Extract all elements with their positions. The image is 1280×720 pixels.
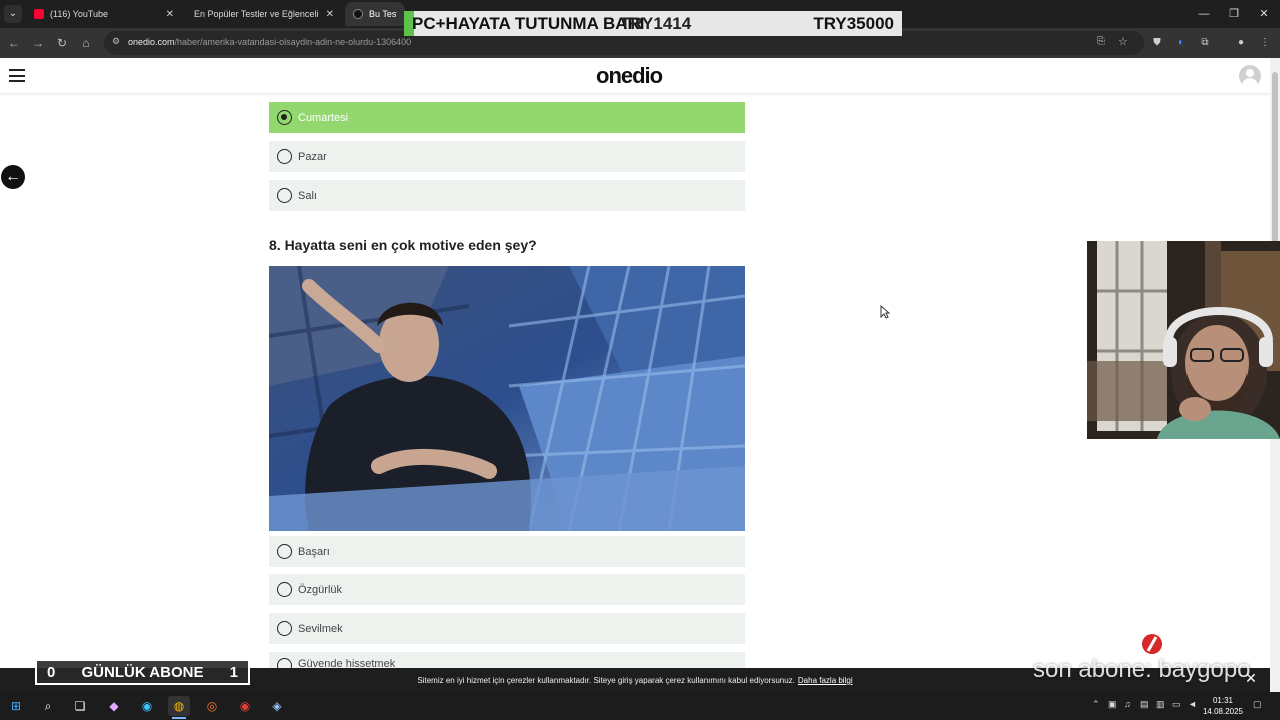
close-tab-icon[interactable]: ✕	[166, 9, 174, 20]
radio-icon	[277, 621, 292, 636]
tray-app-icon[interactable]: ▥	[1156, 699, 1165, 710]
restore-icon[interactable]: ❐	[1219, 0, 1249, 28]
cookie-more-info-link[interactable]: Daha fazla bilgi	[798, 676, 853, 685]
url-host: onedio.com	[128, 37, 175, 47]
question-image	[269, 266, 745, 531]
copilot-icon[interactable]: ◆	[103, 696, 125, 716]
sub-counter-label: GÜNLÜK ABONE	[81, 663, 204, 681]
tab-label: (116) YouTube	[50, 9, 109, 19]
bookmark-star-icon[interactable]: ☆	[1118, 35, 1128, 48]
edge-icon[interactable]: ◉	[136, 696, 158, 716]
url-text: onedio.com/haber/amerika-vatandasi-olsay…	[128, 37, 411, 47]
site-header: onedio	[0, 58, 1270, 94]
option-cumartesi[interactable]: Cumartesi	[269, 102, 745, 133]
option-label: Özgürlük	[298, 583, 343, 596]
firefox-icon[interactable]: ◎	[201, 696, 223, 716]
chrome-icon[interactable]: ◍	[168, 696, 190, 719]
option-label: Başarı	[298, 545, 330, 558]
volume-icon[interactable]: ◄	[1188, 699, 1197, 709]
puzzle-extensions-icon[interactable]: ⧉	[1197, 35, 1213, 51]
forward-arrow-icon[interactable]: →	[30, 35, 46, 51]
kebab-menu-icon[interactable]: ⋮	[1257, 35, 1273, 51]
microphone-icon[interactable]: ♫	[1124, 699, 1131, 709]
reload-icon[interactable]: ↻	[54, 35, 70, 51]
sub-counter-left: 0	[47, 663, 56, 681]
notification-icon[interactable]: ▢	[1253, 699, 1262, 710]
option-guvende-hissetmek[interactable]: Güvende hissetmek	[269, 652, 745, 668]
option-ozgurluk[interactable]: Özgürlük	[269, 574, 745, 605]
tab-current-test[interactable]: Bu Test Am	[345, 2, 405, 26]
clock-date: 14.08.2025	[1202, 707, 1244, 716]
webcam-overlay	[1087, 241, 1280, 439]
radio-icon	[277, 582, 292, 597]
radio-icon	[277, 188, 292, 203]
shield-extension-icon[interactable]: ⛊	[1149, 35, 1165, 51]
radio-selected-icon	[277, 110, 292, 125]
option-pazar[interactable]: Pazar	[269, 141, 745, 172]
question-title: 8. Hayatta seni en çok motive eden şey?	[269, 237, 537, 253]
banner-goal-label: PC+HAYATA TUTUNMA BARI	[412, 14, 645, 33]
option-label: Pazar	[298, 150, 327, 163]
steam-icon[interactable]: ◈	[266, 696, 288, 716]
close-tab-icon[interactable]: ✕	[326, 9, 334, 20]
tray-chevron-icon[interactable]: ⌃	[1092, 699, 1100, 710]
minimize-icon[interactable]: —	[1189, 0, 1219, 28]
onedio-favicon-icon	[353, 9, 363, 19]
task-view-icon[interactable]: ❏	[69, 696, 91, 716]
radio-icon	[277, 149, 292, 164]
extension-icon[interactable]: ◐	[1173, 35, 1189, 51]
radio-icon	[277, 544, 292, 559]
url-path: /haber/amerika-vatandasi-olsaydin-adin-n…	[174, 37, 412, 47]
install-app-icon[interactable]: ⎘	[1097, 36, 1105, 47]
tab-label: En Popüler Testler ve Eğlenceli	[194, 9, 319, 19]
home-icon[interactable]: ⌂	[78, 35, 94, 51]
network-icon[interactable]: ▭	[1172, 699, 1181, 710]
daily-sub-counter: 0 GÜNLÜK ABONE 1	[35, 659, 250, 685]
mouse-cursor-icon	[880, 305, 890, 319]
last-subscriber: son abone: baygopo	[1033, 656, 1251, 683]
search-icon[interactable]: ⌕	[37, 696, 59, 716]
windows-taskbar: ⊞ ⌕ ❏ ◆ ◉ ◍ ◎ ◉ ◈ ⌃ ▣ ♫ ▤ ▥ ▭ ◄ 01:31 14…	[0, 692, 1280, 720]
tab-search-chevron-icon[interactable]: ⌄	[4, 5, 22, 23]
option-label: Sevilmek	[298, 622, 343, 635]
close-window-icon[interactable]: ✕	[1249, 0, 1279, 28]
site-logo[interactable]: onedio	[596, 63, 663, 89]
donation-goal-banner: PC+HAYATA TUTUNMA BARI TRY1414 TRY35000	[404, 11, 902, 36]
windows-start-icon[interactable]: ⊞	[5, 696, 27, 716]
option-label: Güvende hissetmek	[298, 658, 396, 668]
banner-current-amount: TRY1414	[620, 14, 692, 33]
tray-app-icon[interactable]: ▣	[1108, 699, 1117, 710]
cookie-text: Sitemiz en iyi hizmet için çerezler kull…	[417, 676, 795, 685]
system-clock[interactable]: 01:31 14.08.2025	[1200, 695, 1246, 717]
profile-icon[interactable]: ●	[1233, 35, 1249, 51]
option-sevilmek[interactable]: Sevilmek	[269, 613, 745, 644]
option-basari[interactable]: Başarı	[269, 536, 745, 567]
sub-counter-right: 1	[229, 663, 238, 681]
option-sali[interactable]: Salı	[269, 180, 745, 211]
back-arrow-button[interactable]: ←	[1, 165, 25, 189]
youtube-favicon-icon	[34, 9, 44, 19]
stream-logo-icon	[1142, 634, 1162, 654]
site-info-icon[interactable]: ⚙	[112, 36, 120, 47]
radio-icon	[277, 658, 292, 668]
tab-onedio-tests[interactable]: En Popüler Testler ve Eğlenceli ✕	[186, 2, 342, 26]
hamburger-menu-icon[interactable]	[9, 69, 25, 82]
back-arrow-icon[interactable]: ←	[6, 35, 22, 51]
banner-target-amount: TRY35000	[813, 14, 894, 33]
webcam-feed	[1087, 241, 1280, 439]
tab-label: Bu Test Am	[369, 9, 397, 19]
clock-time: 01:31	[1212, 696, 1234, 705]
option-label: Salı	[298, 189, 317, 202]
user-avatar-icon[interactable]	[1239, 65, 1261, 87]
option-label: Cumartesi	[298, 111, 349, 124]
obs-icon[interactable]: ◉	[234, 696, 256, 716]
tray-app-icon[interactable]: ▤	[1140, 699, 1149, 710]
tab-youtube[interactable]: (116) YouTube ✕	[26, 2, 182, 26]
bedroom-photo	[269, 266, 745, 531]
